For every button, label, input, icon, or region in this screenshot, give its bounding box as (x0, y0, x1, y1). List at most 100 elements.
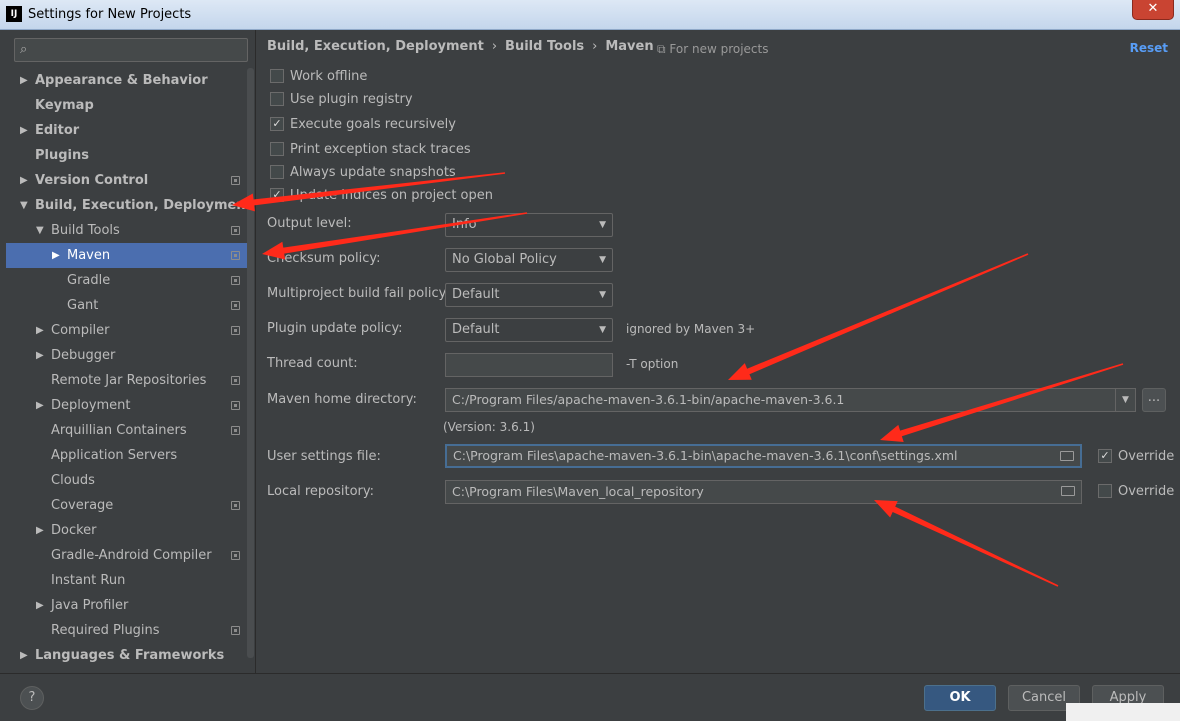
maven-home-combo[interactable]: C:/Program Files/apache-maven-3.6.1-bin/… (445, 388, 1136, 412)
tree-item[interactable]: ▶ Maven (6, 243, 248, 268)
execute-goals-label: Execute goals recursively (290, 117, 456, 132)
tree-item-label: Deployment (51, 398, 131, 413)
local-repository-override-checkbox[interactable] (1098, 483, 1112, 498)
user-settings-override-checkbox[interactable]: ✓ (1098, 448, 1112, 463)
tree-item[interactable]: ▶ Editor (6, 118, 248, 143)
output-level-label: Output level: (267, 216, 352, 231)
tree-item[interactable]: Gant (6, 293, 248, 318)
execute-goals-option[interactable]: ✓ Execute goals recursively (270, 115, 456, 135)
tree-item[interactable]: Clouds (6, 468, 248, 493)
chevron-right-icon[interactable]: ▶ (52, 243, 60, 268)
user-settings-input[interactable]: C:\Program Files\apache-maven-3.6.1-bin\… (445, 444, 1082, 468)
user-settings-label: User settings file: (267, 449, 381, 464)
project-scope-icon (231, 626, 240, 635)
tree-item[interactable]: ▶ Appearance & Behavior (6, 68, 248, 93)
tree-item[interactable]: ▼ Build, Execution, Deployment (6, 193, 252, 218)
reset-link[interactable]: Reset (1130, 41, 1168, 55)
thread-count-input[interactable] (445, 353, 613, 377)
project-scope-icon (231, 501, 240, 510)
print-exception-option[interactable]: Print exception stack traces (270, 140, 471, 160)
tree-item-label: Gradle (67, 273, 111, 288)
maven-home-label: Maven home directory: (267, 392, 417, 407)
update-indices-option[interactable]: ✓ Update indices on project open (270, 186, 493, 206)
settings-tree-panel: ⌕ ▶ Appearance & Behavior Keymap ▶ Editor Plu… (6, 30, 256, 673)
work-offline-checkbox[interactable] (270, 68, 284, 83)
chevron-right-icon[interactable]: ▶ (36, 393, 44, 418)
search-box[interactable]: ⌕ (14, 38, 248, 62)
folder-icon[interactable] (1060, 451, 1074, 461)
tree-item-label: Maven (67, 248, 111, 263)
tree-item-label: Plugins (35, 148, 89, 163)
tree-item[interactable]: ▶ Compiler (6, 318, 248, 343)
folder-icon[interactable] (1061, 486, 1075, 496)
project-scope-icon (231, 276, 240, 285)
chevron-down-icon[interactable]: ▼ (1115, 389, 1135, 411)
update-indices-checkbox[interactable]: ✓ (270, 187, 284, 202)
chevron-right-icon[interactable]: ▶ (20, 168, 28, 193)
user-settings-override[interactable]: ✓ Override (1098, 448, 1175, 464)
local-repository-input[interactable]: C:\Program Files\Maven_local_repository (445, 480, 1082, 504)
thread-count-label: Thread count: (267, 356, 358, 371)
chevron-down-icon[interactable]: ▼ (20, 193, 28, 218)
work-offline-option[interactable]: Work offline (270, 67, 367, 87)
close-button[interactable]: ✕ (1132, 0, 1174, 20)
chevron-down-icon[interactable]: ▼ (36, 218, 44, 243)
plugin-update-policy-select[interactable]: Default ▼ (445, 318, 613, 342)
chevron-right-icon[interactable]: ▶ (36, 343, 44, 368)
chevron-right-icon[interactable]: ▶ (36, 593, 44, 618)
print-exception-checkbox[interactable] (270, 141, 284, 156)
tree-item[interactable]: ▶ Java Profiler (6, 593, 248, 618)
search-input[interactable] (37, 41, 242, 59)
ok-button[interactable]: OK (924, 685, 996, 711)
tree-item[interactable]: ▶ Deployment (6, 393, 248, 418)
update-indices-label: Update indices on project open (290, 188, 493, 203)
tree-item[interactable]: Gradle (6, 268, 248, 293)
execute-goals-checkbox[interactable]: ✓ (270, 116, 284, 131)
tree-item[interactable]: Gradle-Android Compiler (6, 543, 248, 568)
help-button[interactable]: ? (20, 686, 44, 710)
window-title: Settings for New Projects (28, 7, 192, 22)
override-label: Override (1118, 449, 1175, 464)
tree-item[interactable]: Required Plugins (6, 618, 248, 643)
tree-item[interactable]: ▶ Version Control (6, 168, 248, 193)
tree-item[interactable]: Plugins (6, 143, 248, 168)
fail-policy-select[interactable]: Default ▼ (445, 283, 613, 307)
tree-item-label: Keymap (35, 98, 94, 113)
tree-item[interactable]: Arquillian Containers (6, 418, 248, 443)
checksum-policy-select[interactable]: No Global Policy ▼ (445, 248, 613, 272)
tree-item[interactable]: ▼ Build Tools (6, 218, 248, 243)
chevron-right-icon[interactable]: ▶ (36, 318, 44, 343)
chevron-right-icon[interactable]: ▶ (20, 118, 28, 143)
tree-item[interactable]: Remote Jar Repositories (6, 368, 248, 393)
tree-item-label: Build Tools (51, 223, 120, 238)
plugin-registry-option[interactable]: Use plugin registry (270, 90, 413, 110)
maven-settings-panel: Build, Execution, Deployment › Build Tools… (257, 30, 1180, 673)
tree-item[interactable]: ▶ Docker (6, 518, 248, 543)
tree-item[interactable]: Application Servers (6, 443, 248, 468)
chevron-right-icon[interactable]: ▶ (36, 518, 44, 543)
output-level-select[interactable]: Info ▼ (445, 213, 613, 237)
tree-item[interactable]: ▶ Debugger (6, 343, 248, 368)
settings-tree: ▶ Appearance & Behavior Keymap ▶ Editor Plugi… (6, 68, 252, 668)
tree-item-label: Version Control (35, 173, 149, 188)
chevron-right-icon[interactable]: ▶ (20, 643, 28, 668)
tree-scrollbar[interactable] (247, 68, 254, 658)
update-snapshots-option[interactable]: Always update snapshots (270, 163, 456, 183)
tree-item[interactable]: Keymap (6, 93, 248, 118)
breadcrumb-separator: › (592, 39, 598, 54)
breadcrumb-item: Build, Execution, Deployment (267, 39, 484, 54)
tree-item[interactable]: Coverage (6, 493, 248, 518)
project-scope-icon (231, 226, 240, 235)
browse-maven-home-button[interactable]: ... (1142, 388, 1166, 412)
tree-item-label: Application Servers (51, 448, 178, 463)
tree-item[interactable]: ▶ Languages & Frameworks (6, 643, 248, 668)
plugin-registry-checkbox[interactable] (270, 91, 284, 106)
local-repository-override[interactable]: Override (1098, 483, 1174, 499)
work-offline-label: Work offline (290, 69, 368, 84)
tree-item-label: Build, Execution, Deployment (35, 198, 252, 213)
chevron-right-icon[interactable]: ▶ (20, 68, 28, 93)
update-snapshots-checkbox[interactable] (270, 164, 284, 179)
tree-item[interactable]: Instant Run (6, 568, 248, 593)
title-bar: IJ Settings for New Projects ✕ (0, 0, 1180, 30)
tree-item-label: Clouds (51, 473, 95, 488)
